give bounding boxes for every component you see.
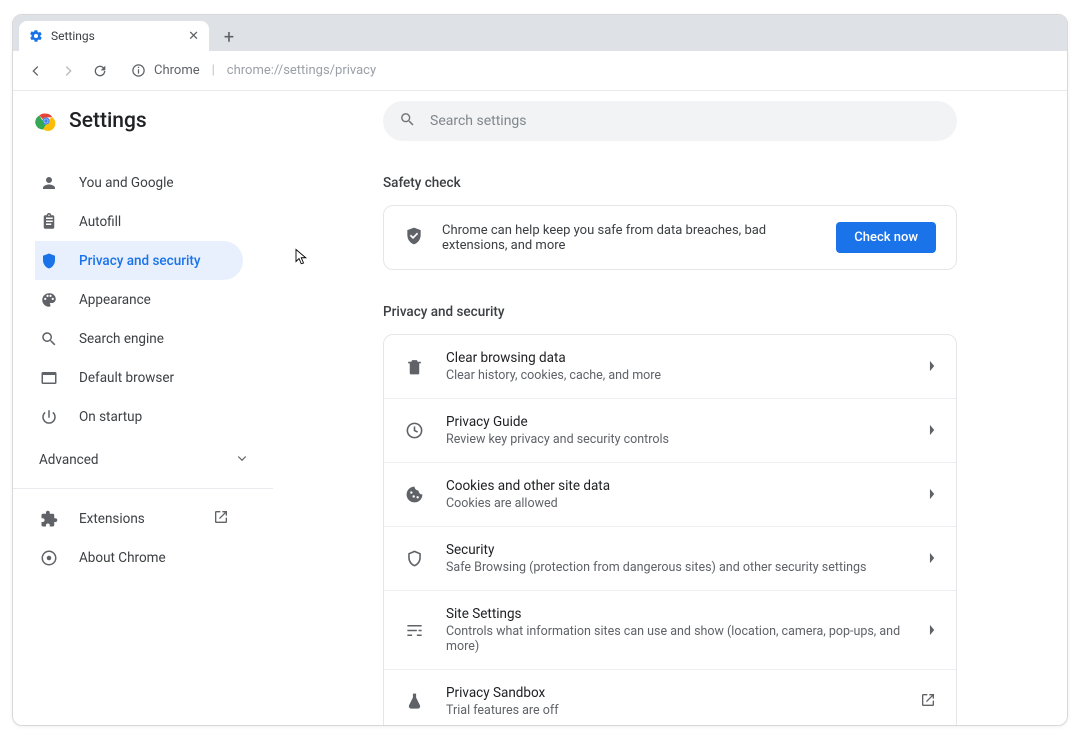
tab-title: Settings bbox=[51, 29, 180, 43]
reload-button[interactable] bbox=[87, 58, 113, 84]
sidebar-item-label: About Chrome bbox=[79, 550, 166, 566]
privacy-card: Clear browsing data Clear history, cookie… bbox=[383, 334, 957, 726]
tab-close-button[interactable]: ✕ bbox=[188, 30, 199, 43]
row-subtitle: Trial features are off bbox=[446, 703, 898, 718]
compass-icon bbox=[404, 421, 424, 440]
sidebar-item-label: Search engine bbox=[79, 331, 164, 347]
row-title: Site Settings bbox=[446, 606, 907, 622]
row-privacy-guide[interactable]: Privacy Guide Review key privacy and secu… bbox=[384, 398, 956, 462]
chevron-right-icon bbox=[929, 621, 936, 640]
sidebar-item-label: You and Google bbox=[79, 175, 174, 191]
sidebar-nav: You and Google Autofill Privacy and secu… bbox=[39, 163, 265, 436]
omnibox[interactable]: Chrome | chrome://settings/privacy bbox=[123, 59, 384, 82]
row-subtitle: Safe Browsing (protection from dangerous… bbox=[446, 560, 907, 575]
settings-body: Settings You and Google Autofill Privacy… bbox=[13, 91, 1067, 725]
sidebar-item-you-and-google[interactable]: You and Google bbox=[35, 163, 243, 202]
gear-icon bbox=[29, 29, 43, 43]
sidebar-item-on-startup[interactable]: On startup bbox=[35, 397, 243, 436]
row-security[interactable]: Security Safe Browsing (protection from d… bbox=[384, 526, 956, 590]
row-subtitle: Review key privacy and security controls bbox=[446, 432, 907, 447]
person-icon bbox=[39, 174, 59, 192]
row-title: Privacy Sandbox bbox=[446, 685, 898, 701]
cookie-icon bbox=[404, 485, 424, 504]
browser-toolbar: Chrome | chrome://settings/privacy bbox=[13, 51, 1067, 91]
sidebar-item-appearance[interactable]: Appearance bbox=[35, 280, 243, 319]
chevron-right-icon bbox=[929, 357, 936, 376]
site-info-icon bbox=[131, 63, 146, 78]
sidebar-footer: Extensions About Chrome bbox=[39, 499, 265, 577]
browser-tab-settings[interactable]: Settings ✕ bbox=[19, 21, 209, 51]
safety-check-message: Chrome can help keep you safe from data … bbox=[442, 223, 818, 253]
back-button[interactable] bbox=[23, 58, 49, 84]
omnibox-path: chrome://settings/privacy bbox=[227, 63, 376, 78]
verified-shield-icon bbox=[404, 226, 424, 250]
row-clear-browsing-data[interactable]: Clear browsing data Clear history, cookie… bbox=[384, 335, 956, 398]
chevron-down-icon bbox=[237, 452, 247, 468]
chrome-logo-icon bbox=[35, 110, 57, 132]
power-icon bbox=[39, 408, 59, 426]
sidebar-item-extensions[interactable]: Extensions bbox=[35, 499, 243, 538]
settings-search-input[interactable] bbox=[430, 113, 941, 129]
sidebar-advanced-toggle[interactable]: Advanced bbox=[39, 436, 265, 484]
open-external-icon bbox=[920, 692, 936, 712]
new-tab-button[interactable]: + bbox=[215, 23, 243, 51]
omnibox-host: Chrome bbox=[154, 63, 200, 78]
row-title: Security bbox=[446, 542, 907, 558]
sidebar-item-label: Autofill bbox=[79, 214, 121, 230]
forward-button[interactable] bbox=[55, 58, 81, 84]
sidebar-item-about-chrome[interactable]: About Chrome bbox=[35, 538, 243, 577]
advanced-label: Advanced bbox=[39, 452, 99, 468]
row-title: Privacy Guide bbox=[446, 414, 907, 430]
sidebar-divider bbox=[13, 488, 273, 489]
row-cookies[interactable]: Cookies and other site data Cookies are a… bbox=[384, 462, 956, 526]
browser-window: Settings ✕ + Chrome | chrome://settings/… bbox=[12, 14, 1068, 726]
section-title-privacy: Privacy and security bbox=[383, 304, 957, 320]
sidebar-item-label: Extensions bbox=[79, 511, 145, 527]
sidebar-item-privacy-security[interactable]: Privacy and security bbox=[35, 241, 243, 280]
chevron-right-icon bbox=[929, 421, 936, 440]
palette-icon bbox=[39, 291, 59, 309]
tab-strip: Settings ✕ + bbox=[13, 15, 1067, 51]
chevron-right-icon bbox=[929, 485, 936, 504]
settings-main: Safety check Chrome can help keep you sa… bbox=[273, 91, 1067, 725]
sidebar-item-default-browser[interactable]: Default browser bbox=[35, 358, 243, 397]
search-icon bbox=[399, 111, 416, 132]
sidebar-item-autofill[interactable]: Autofill bbox=[35, 202, 243, 241]
extension-icon bbox=[39, 510, 59, 528]
shield-icon bbox=[39, 252, 59, 270]
page-title: Settings bbox=[69, 109, 147, 133]
open-external-icon bbox=[213, 509, 229, 529]
page-header: Settings bbox=[35, 109, 265, 133]
section-title-safety: Safety check bbox=[383, 175, 957, 191]
check-now-button[interactable]: Check now bbox=[836, 222, 936, 253]
row-subtitle: Controls what information sites can use … bbox=[446, 624, 907, 654]
row-subtitle: Clear history, cookies, cache, and more bbox=[446, 368, 907, 383]
sidebar-item-label: Appearance bbox=[79, 292, 151, 308]
row-privacy-sandbox[interactable]: Privacy Sandbox Trial features are off bbox=[384, 669, 956, 726]
row-subtitle: Cookies are allowed bbox=[446, 496, 907, 511]
settings-search[interactable] bbox=[383, 101, 957, 141]
row-site-settings[interactable]: Site Settings Controls what information s… bbox=[384, 590, 956, 669]
browser-icon bbox=[39, 369, 59, 387]
chrome-outline-icon bbox=[39, 549, 59, 567]
chevron-right-icon bbox=[929, 549, 936, 568]
row-title: Clear browsing data bbox=[446, 350, 907, 366]
assignment-icon bbox=[39, 213, 59, 231]
tune-icon bbox=[404, 621, 424, 640]
trash-icon bbox=[404, 357, 424, 376]
search-icon bbox=[39, 330, 59, 348]
sidebar-item-label: Default browser bbox=[79, 370, 174, 386]
sidebar-item-label: On startup bbox=[79, 409, 142, 425]
row-title: Cookies and other site data bbox=[446, 478, 907, 494]
safety-check-card: Chrome can help keep you safe from data … bbox=[383, 205, 957, 270]
security-shield-icon bbox=[404, 549, 424, 568]
flask-icon bbox=[404, 692, 424, 711]
settings-sidebar: Settings You and Google Autofill Privacy… bbox=[13, 91, 273, 725]
sidebar-item-label: Privacy and security bbox=[79, 253, 201, 269]
sidebar-item-search-engine[interactable]: Search engine bbox=[35, 319, 243, 358]
